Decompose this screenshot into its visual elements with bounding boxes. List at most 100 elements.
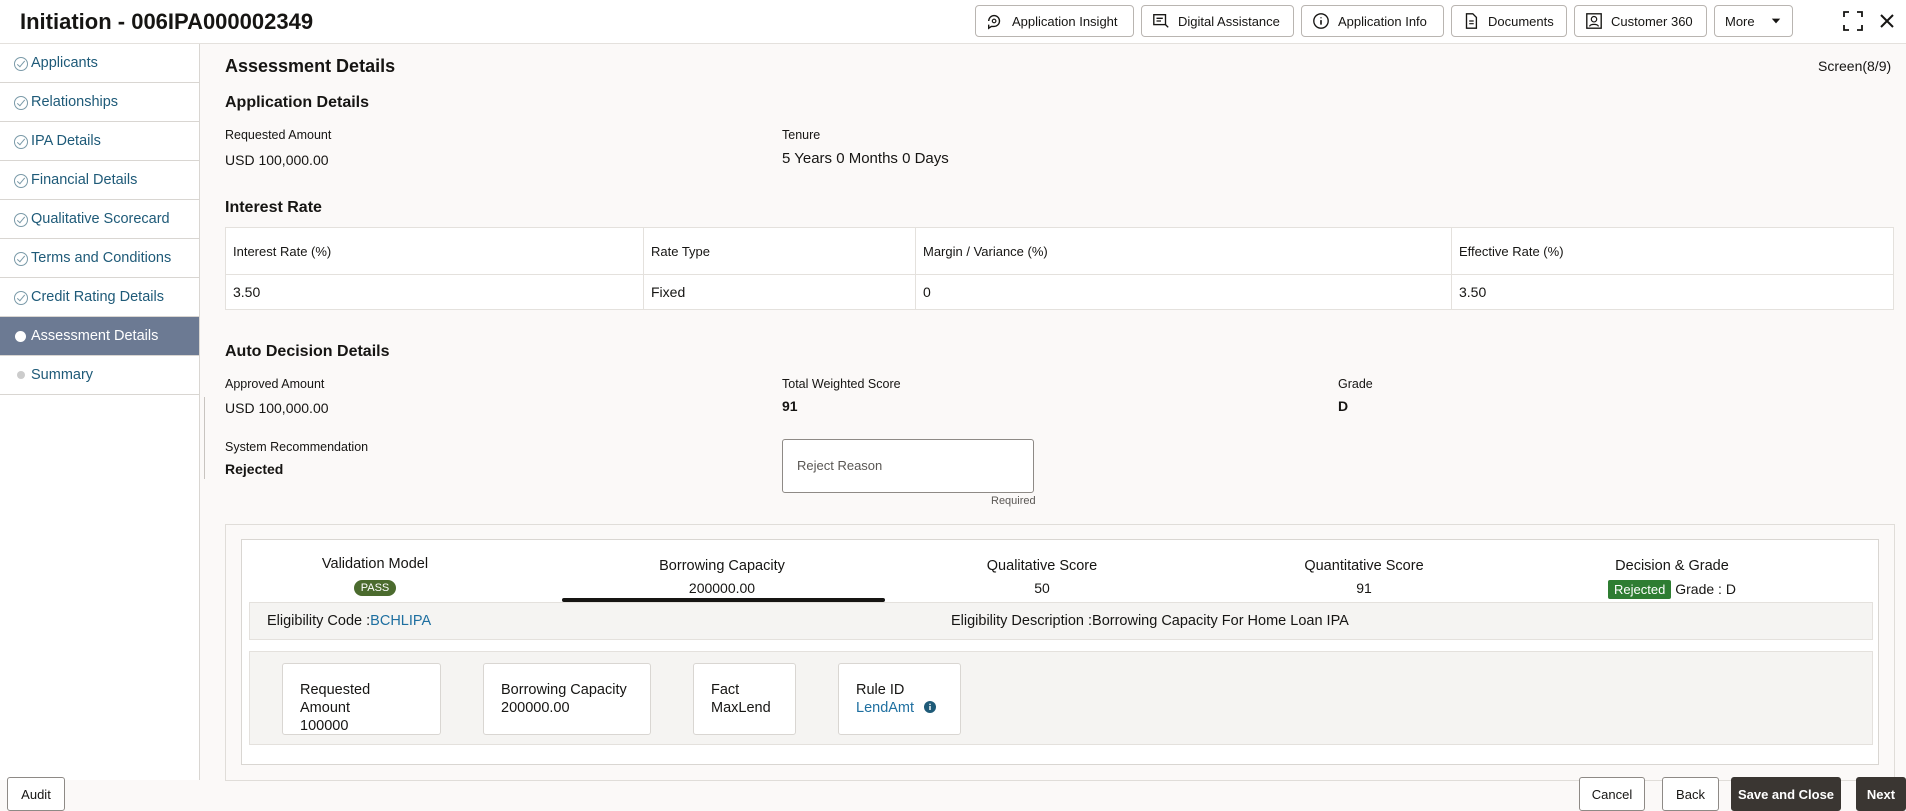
tab-validation-model[interactable]: Validation Model PASS [312,556,438,596]
sidebar-item-label: Credit Rating Details [31,289,164,305]
back-button[interactable]: Back [1662,777,1719,811]
more-label: More [1725,13,1755,29]
pending-step-icon [17,371,25,379]
sidebar-item-credit-rating-details[interactable]: Credit Rating Details [0,278,199,317]
application-info-label: Application Info [1338,13,1427,29]
tab-borrowing-capacity[interactable]: Borrowing Capacity 200000.00 [632,558,812,596]
sidebar-resize-handle[interactable] [204,397,209,479]
sidebar-item-summary[interactable]: Summary [0,356,199,395]
rule-id-link[interactable]: LendAmt [856,700,914,716]
tab-decision-grade[interactable]: Decision & Grade Rejected Grade : D [1597,558,1747,599]
cancel-button[interactable]: Cancel [1579,777,1645,811]
table-header: Margin / Variance (%) [915,227,1452,275]
tenure-value: 5 Years 0 Months 0 Days [782,150,949,167]
sidebar-item-label: Qualitative Scorecard [31,211,170,227]
system-recommendation-value: Rejected [225,461,284,477]
table-header: Rate Type [643,227,916,275]
sidebar-item-label: Applicants [31,55,98,71]
rules-area: Requested Amount 100000 Borrowing Capaci… [249,651,1873,745]
check-icon [14,291,28,305]
quantitative-score-value: 91 [1356,580,1372,596]
assistant-icon [1153,14,1169,28]
table-row: 3.50 Fixed 0 3.50 [225,274,1894,310]
customer-icon [1586,13,1602,29]
sidebar-item-ipa-details[interactable]: IPA Details [0,122,199,161]
borrowing-capacity-label: Borrowing Capacity [659,558,785,574]
sidebar-item-label: IPA Details [31,133,101,149]
rule-id-card: Rule ID LendAmt [838,663,961,735]
section-title: Assessment Details [225,56,396,76]
card-value: 100000 [300,718,349,734]
insight-icon [988,14,1001,30]
table-header: Effective Rate (%) [1451,227,1894,275]
sidebar-item-label: Assessment Details [31,328,159,344]
table-header-row: Interest Rate (%) Rate Type Margin / Var… [225,227,1894,275]
page-title: Initiation - 006IPA000002349 [20,9,314,34]
table-cell: 3.50 [1451,274,1894,310]
documents-button[interactable]: Documents [1451,5,1567,37]
eligibility-row: Eligibility Code :BCHLIPA Eligibility De… [249,602,1873,640]
quantitative-score-label: Quantitative Score [1304,558,1424,574]
application-insight-button[interactable]: Application Insight [975,5,1134,37]
more-dropdown[interactable]: More [1714,5,1793,37]
eligibility-code-value: BCHLIPA [370,613,432,629]
card-label: Requested Amount [300,682,371,716]
approved-amount-value: USD 100,000.00 [225,400,329,416]
digital-assistance-button[interactable]: Digital Assistance [1141,5,1294,37]
system-recommendation-label: System Recommendation [225,440,369,454]
scoring-panel: Validation Model PASS Borrowing Capacity… [225,524,1895,781]
table-header: Interest Rate (%) [225,227,644,275]
close-icon[interactable] [1876,10,1898,32]
documents-label: Documents [1488,13,1554,29]
eligibility-description: Eligibility Description :Borrowing Capac… [951,613,1349,629]
caret-down-icon [1771,18,1781,24]
pass-badge: PASS [353,580,397,596]
tab-qualitative-score[interactable]: Qualitative Score 50 [967,558,1117,596]
total-weighted-score-label: Total Weighted Score [782,377,901,391]
sidebar-item-financial-details[interactable]: Financial Details [0,161,199,200]
application-details-heading: Application Details [225,94,370,111]
table-cell: Fixed [643,274,916,310]
audit-button[interactable]: Audit [7,777,65,811]
sidebar-item-assessment-details[interactable]: Assessment Details [0,317,199,356]
table-cell: 0 [915,274,1452,310]
info-icon [1313,13,1329,29]
check-icon [14,57,28,71]
digital-assistance-label: Digital Assistance [1178,13,1280,29]
application-info-button[interactable]: Application Info [1301,5,1444,37]
requested-amount-label: Requested Amount [225,128,332,142]
header: Initiation - 006IPA000002349 Application… [0,0,1906,44]
current-step-icon [15,331,26,342]
next-button[interactable]: Next [1856,777,1906,811]
reject-reason-input[interactable]: Reject Reason [782,439,1034,493]
card-label: Fact [711,682,740,698]
sidebar-item-label: Financial Details [31,172,138,188]
eligibility-code: Eligibility Code :BCHLIPA [267,613,431,629]
card-label: Rule ID [856,682,905,698]
sidebar-item-relationships[interactable]: Relationships [0,83,199,122]
sidebar-item-qualitative-scorecard[interactable]: Qualitative Scorecard [0,200,199,239]
grade-text: Grade : D [1675,581,1736,597]
customer-360-label: Customer 360 [1611,13,1693,29]
check-icon [14,174,28,188]
auto-decision-heading: Auto Decision Details [225,343,390,360]
requested-amount-card: Requested Amount 100000 [282,663,441,735]
approved-amount-label: Approved Amount [225,377,325,391]
sidebar-item-applicants[interactable]: Applicants [0,44,199,83]
grade-value: D [1338,398,1349,414]
borrowing-capacity-card: Borrowing Capacity 200000.00 [483,663,651,735]
customer-360-button[interactable]: Customer 360 [1574,5,1707,37]
save-and-close-button[interactable]: Save and Close [1731,777,1841,811]
info-icon[interactable] [924,701,937,713]
check-icon [14,135,28,149]
sidebar-item-label: Summary [31,367,94,383]
tab-quantitative-score[interactable]: Quantitative Score 91 [1279,558,1449,596]
qualitative-score-label: Qualitative Score [986,558,1098,574]
requested-amount-value: USD 100,000.00 [225,152,329,168]
decision-grade-label: Decision & Grade [1615,558,1729,574]
card-value: 200000.00 [501,700,570,716]
fullscreen-icon[interactable] [1842,10,1864,32]
application-insight-label: Application Insight [1012,13,1118,29]
card-value: MaxLend [711,700,771,716]
sidebar-item-terms-and-conditions[interactable]: Terms and Conditions [0,239,199,278]
